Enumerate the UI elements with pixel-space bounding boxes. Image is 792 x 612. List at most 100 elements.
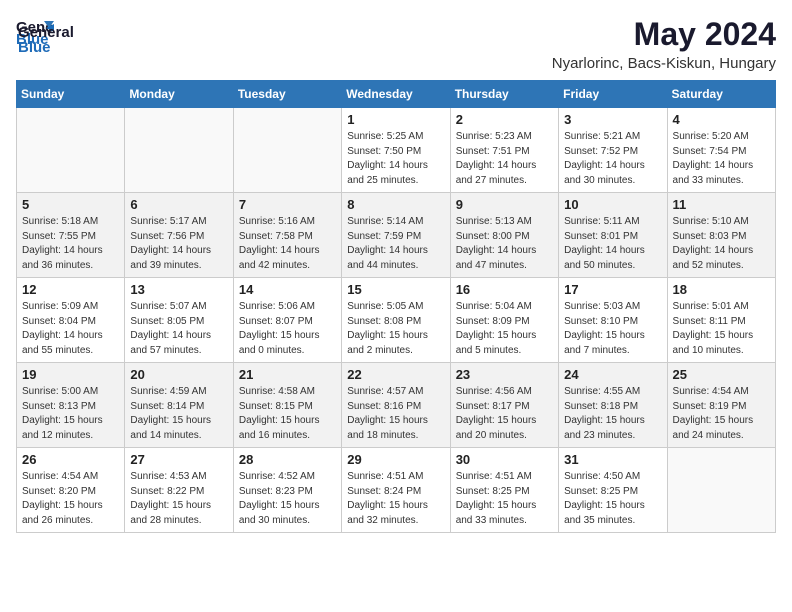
day-number: 31 [564,452,661,467]
calendar-cell: 4 Sunrise: 5:20 AM Sunset: 7:54 PM Daylig… [667,108,775,193]
day-info: Sunrise: 4:57 AM Sunset: 8:16 PM Dayligh… [347,385,444,443]
calendar-cell: 13 Sunrise: 5:07 AM Sunset: 8:05 PM Dayli… [125,278,233,363]
day-number: 2 [456,112,553,127]
day-number: 16 [456,282,553,297]
day-info: Sunrise: 4:58 AM Sunset: 8:15 PM Dayligh… [239,385,336,443]
day-info: Sunrise: 4:54 AM Sunset: 8:19 PM Dayligh… [673,385,770,443]
calendar-cell [125,108,233,193]
day-number: 3 [564,112,661,127]
day-info: Sunrise: 5:13 AM Sunset: 8:00 PM Dayligh… [456,215,553,273]
calendar-cell: 15Sunrise: 5:05 AM Sunset: 8:08 PM Dayli… [342,278,450,363]
calendar-cell: 26 Sunrise: 4:54 AM Sunset: 8:20 PM Dayli… [17,448,125,533]
calendar-cell: 29 Sunrise: 4:51 AM Sunset: 8:24 PM Dayli… [342,448,450,533]
calendar-cell: 17 Sunrise: 5:03 AM Sunset: 8:10 PM Dayli… [559,278,667,363]
calendar-cell: 20Sunrise: 4:59 AM Sunset: 8:14 PM Dayli… [125,363,233,448]
calendar-week-row: 19 Sunrise: 5:00 AM Sunset: 8:13 PM Dayli… [17,363,776,448]
day-number: 5 [22,197,119,212]
day-number: 28 [239,452,336,467]
day-number: 30 [456,452,553,467]
calendar-week-row: 12 Sunrise: 5:09 AM Sunset: 8:04 PM Dayli… [17,278,776,363]
weekday-header: Friday [559,81,667,108]
day-number: 17 [564,282,661,297]
calendar-cell: 11Sunrise: 5:10 AM Sunset: 8:03 PM Dayli… [667,193,775,278]
calendar-cell: 23 Sunrise: 4:56 AM Sunset: 8:17 PM Dayli… [450,363,558,448]
calendar-cell [17,108,125,193]
day-info: Sunrise: 5:11 AM Sunset: 8:01 PM Dayligh… [564,215,661,273]
calendar-week-row: 5 Sunrise: 5:18 AM Sunset: 7:55 PM Daylig… [17,193,776,278]
day-info: Sunrise: 4:55 AM Sunset: 8:18 PM Dayligh… [564,385,661,443]
weekday-header: Saturday [667,81,775,108]
day-number: 13 [130,282,227,297]
calendar-subtitle: Nyarlorinc, Bacs-Kiskun, Hungary [552,55,776,72]
day-number: 23 [456,367,553,382]
day-info: Sunrise: 4:56 AM Sunset: 8:17 PM Dayligh… [456,385,553,443]
day-number: 27 [130,452,227,467]
logo-blue: Blue [18,39,74,56]
day-info: Sunrise: 4:59 AM Sunset: 8:14 PM Dayligh… [130,385,227,443]
day-info: Sunrise: 4:51 AM Sunset: 8:24 PM Dayligh… [347,470,444,528]
calendar-title: May 2024 [552,16,776,53]
day-info: Sunrise: 5:03 AM Sunset: 8:10 PM Dayligh… [564,300,661,358]
weekday-header: Thursday [450,81,558,108]
day-info: Sunrise: 5:21 AM Sunset: 7:52 PM Dayligh… [564,130,661,188]
day-info: Sunrise: 5:01 AM Sunset: 8:11 PM Dayligh… [673,300,770,358]
day-number: 29 [347,452,444,467]
day-number: 21 [239,367,336,382]
calendar-cell: 18 Sunrise: 5:01 AM Sunset: 8:11 PM Dayli… [667,278,775,363]
day-info: Sunrise: 4:52 AM Sunset: 8:23 PM Dayligh… [239,470,336,528]
weekday-header: Tuesday [233,81,341,108]
weekday-header: Monday [125,81,233,108]
calendar-cell: 8Sunrise: 5:14 AM Sunset: 7:59 PM Daylig… [342,193,450,278]
calendar-cell: 6Sunrise: 5:17 AM Sunset: 7:56 PM Daylig… [125,193,233,278]
logo: General Blue General Blue [16,16,74,56]
day-info: Sunrise: 5:16 AM Sunset: 7:58 PM Dayligh… [239,215,336,273]
day-number: 1 [347,112,444,127]
calendar-cell: 31 Sunrise: 4:50 AM Sunset: 8:25 PM Dayli… [559,448,667,533]
day-info: Sunrise: 5:04 AM Sunset: 8:09 PM Dayligh… [456,300,553,358]
calendar-cell: 16 Sunrise: 5:04 AM Sunset: 8:09 PM Dayli… [450,278,558,363]
day-info: Sunrise: 4:53 AM Sunset: 8:22 PM Dayligh… [130,470,227,528]
day-info: Sunrise: 5:18 AM Sunset: 7:55 PM Dayligh… [22,215,119,273]
day-info: Sunrise: 5:14 AM Sunset: 7:59 PM Dayligh… [347,215,444,273]
calendar-cell: 10Sunrise: 5:11 AM Sunset: 8:01 PM Dayli… [559,193,667,278]
calendar-cell: 21 Sunrise: 4:58 AM Sunset: 8:15 PM Dayli… [233,363,341,448]
calendar-cell: 3 Sunrise: 5:21 AM Sunset: 7:52 PM Daylig… [559,108,667,193]
day-number: 4 [673,112,770,127]
calendar-cell: 7 Sunrise: 5:16 AM Sunset: 7:58 PM Daylig… [233,193,341,278]
calendar-cell: 5 Sunrise: 5:18 AM Sunset: 7:55 PM Daylig… [17,193,125,278]
day-number: 11 [673,197,770,212]
calendar-cell [233,108,341,193]
calendar-cell: 22Sunrise: 4:57 AM Sunset: 8:16 PM Dayli… [342,363,450,448]
calendar-cell [667,448,775,533]
calendar-cell: 1 Sunrise: 5:25 AM Sunset: 7:50 PM Daylig… [342,108,450,193]
header: General Blue General Blue May 2024 Nyarl… [16,16,776,72]
day-number: 7 [239,197,336,212]
day-info: Sunrise: 5:07 AM Sunset: 8:05 PM Dayligh… [130,300,227,358]
calendar-cell: 9 Sunrise: 5:13 AM Sunset: 8:00 PM Daylig… [450,193,558,278]
day-info: Sunrise: 5:00 AM Sunset: 8:13 PM Dayligh… [22,385,119,443]
day-info: Sunrise: 5:09 AM Sunset: 8:04 PM Dayligh… [22,300,119,358]
day-info: Sunrise: 5:25 AM Sunset: 7:50 PM Dayligh… [347,130,444,188]
day-number: 9 [456,197,553,212]
day-info: Sunrise: 4:51 AM Sunset: 8:25 PM Dayligh… [456,470,553,528]
calendar-cell: 12 Sunrise: 5:09 AM Sunset: 8:04 PM Dayli… [17,278,125,363]
calendar-week-row: 26 Sunrise: 4:54 AM Sunset: 8:20 PM Dayli… [17,448,776,533]
calendar-week-row: 1 Sunrise: 5:25 AM Sunset: 7:50 PM Daylig… [17,108,776,193]
day-info: Sunrise: 5:06 AM Sunset: 8:07 PM Dayligh… [239,300,336,358]
weekday-header: Sunday [17,81,125,108]
day-number: 12 [22,282,119,297]
weekday-header: Wednesday [342,81,450,108]
weekday-header-row: SundayMondayTuesdayWednesdayThursdayFrid… [17,81,776,108]
day-number: 26 [22,452,119,467]
calendar-table: SundayMondayTuesdayWednesdayThursdayFrid… [16,80,776,533]
day-info: Sunrise: 5:23 AM Sunset: 7:51 PM Dayligh… [456,130,553,188]
day-info: Sunrise: 5:20 AM Sunset: 7:54 PM Dayligh… [673,130,770,188]
day-number: 6 [130,197,227,212]
calendar-cell: 30 Sunrise: 4:51 AM Sunset: 8:25 PM Dayli… [450,448,558,533]
calendar-cell: 25Sunrise: 4:54 AM Sunset: 8:19 PM Dayli… [667,363,775,448]
day-number: 18 [673,282,770,297]
day-number: 19 [22,367,119,382]
calendar-cell: 24Sunrise: 4:55 AM Sunset: 8:18 PM Dayli… [559,363,667,448]
day-info: Sunrise: 4:54 AM Sunset: 8:20 PM Dayligh… [22,470,119,528]
day-info: Sunrise: 4:50 AM Sunset: 8:25 PM Dayligh… [564,470,661,528]
